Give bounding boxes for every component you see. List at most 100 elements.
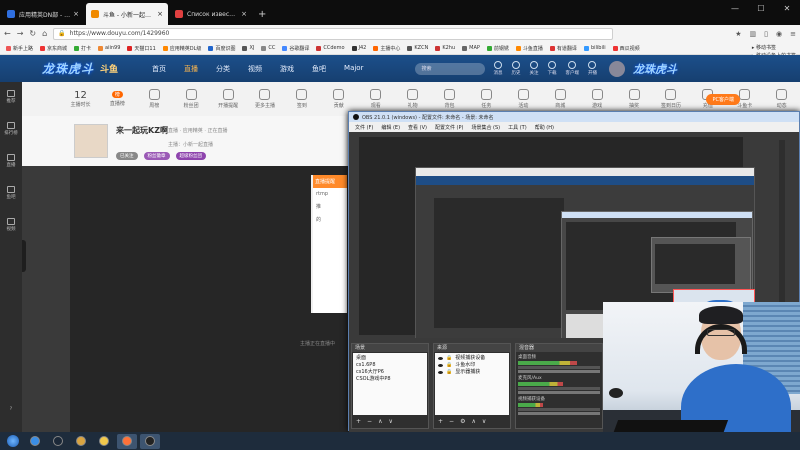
header-icon-item[interactable]: 消息 xyxy=(493,61,502,76)
category-item[interactable]: 更多主播 xyxy=(247,89,284,109)
obs-menu-item[interactable]: 文件 (F) xyxy=(355,124,373,131)
menu-icon[interactable]: ≡ xyxy=(790,30,796,38)
browser-tab[interactable]: 应用精英DN部 - 百度搜索 - 轻松× xyxy=(2,3,84,25)
help-icon[interactable]: ? xyxy=(10,407,12,412)
category-item[interactable]: 周榜 xyxy=(136,89,173,109)
site-nav-item[interactable]: 分类 xyxy=(216,64,230,74)
header-icon-item[interactable]: 下载 xyxy=(547,61,556,76)
anchor-tag[interactable]: 粉丝徽章 xyxy=(143,152,170,160)
site-nav-item[interactable]: 直播 xyxy=(184,64,198,74)
visibility-eye-icon[interactable] xyxy=(438,364,443,367)
visibility-eye-icon[interactable] xyxy=(438,357,443,360)
sidebar-item[interactable]: 鱼吧 xyxy=(7,186,16,200)
bookmark-item[interactable]: 西瓜视频 xyxy=(612,45,640,52)
sidebar-icon[interactable]: ▯ xyxy=(764,30,768,38)
scene-item[interactable]: cs16大厅P6 xyxy=(356,369,424,376)
remove-icon[interactable]: − xyxy=(449,418,454,425)
bookmark-item[interactable]: 打卡 xyxy=(74,45,91,52)
scene-item[interactable]: 桌面 xyxy=(356,355,424,362)
category-item[interactable]: 礼物 xyxy=(394,89,431,109)
back-icon[interactable]: ← xyxy=(4,29,11,38)
video-player[interactable] xyxy=(70,166,350,432)
taskbar-app-firefox[interactable] xyxy=(117,433,137,449)
browser-tab[interactable]: 斗鱼 - 小新一起直播_应用精英× xyxy=(86,3,168,25)
close-window-button[interactable]: ✕ xyxy=(774,0,800,18)
taskbar-app-steam[interactable] xyxy=(48,434,68,449)
bookmark-item[interactable]: KZCN xyxy=(407,45,428,51)
account-icon[interactable]: ◉ xyxy=(776,30,782,38)
sidebar-item[interactable]: 排行榜 xyxy=(4,122,18,136)
bookmark-item[interactable]: 百度识图 xyxy=(208,45,235,52)
category-item[interactable]: 开播提醒 xyxy=(210,89,247,109)
start-button[interactable] xyxy=(4,434,22,449)
sidebar-item[interactable]: 直播 xyxy=(7,154,16,168)
anchor-avatar[interactable] xyxy=(74,124,108,158)
category-item[interactable]: 背包 xyxy=(431,89,468,109)
add-icon[interactable]: + xyxy=(356,418,361,425)
scene-item[interactable]: CSOL游戏中P8 xyxy=(356,376,424,383)
forward-icon[interactable]: → xyxy=(17,29,24,38)
header-icon-item[interactable]: 客户端 xyxy=(565,61,579,76)
library-icon[interactable]: ▥ xyxy=(750,30,757,38)
lock-icon[interactable]: 🔒 xyxy=(446,355,452,362)
bookmark-star-icon[interactable]: ★ xyxy=(735,30,741,38)
volume-slider[interactable] xyxy=(518,391,600,394)
site-nav-item[interactable]: 游戏 xyxy=(280,64,294,74)
source-item[interactable]: 🔒 斗鱼水印 xyxy=(438,362,506,369)
maximize-button[interactable]: ☐ xyxy=(748,0,774,18)
scene-item[interactable]: cs1.6P8 xyxy=(356,362,424,369)
site-nav-item[interactable]: 视频 xyxy=(248,64,262,74)
bookmark-item[interactable]: 谷歌翻译 xyxy=(282,45,309,52)
sidebar-item[interactable]: 视频 xyxy=(7,218,16,232)
taskbar-app-ie[interactable] xyxy=(25,434,45,449)
volume-slider[interactable] xyxy=(518,370,600,373)
site-nav-item[interactable]: 首页 xyxy=(152,64,166,74)
category-item[interactable]: 观看 xyxy=(357,89,394,109)
volume-slider[interactable] xyxy=(518,412,600,415)
obs-menu-item[interactable]: 查看 (V) xyxy=(408,124,427,131)
bookmark-item[interactable]: CCdemo xyxy=(316,45,345,51)
new-tab-button[interactable]: + xyxy=(252,3,272,25)
bookmark-item[interactable]: CC xyxy=(261,45,275,51)
bookmark-item[interactable]: 有道翻译 xyxy=(549,45,577,52)
category-item[interactable]: 抽奖 xyxy=(616,89,653,109)
tab-close-icon[interactable]: × xyxy=(241,10,247,18)
sidebar-toggle[interactable] xyxy=(22,240,26,272)
bookmark-item[interactable]: 主播中心 xyxy=(373,45,400,52)
url-bar[interactable]: 🔒 https://www.douyu.com/1429960 xyxy=(53,27,614,40)
category-item[interactable]: 贡献 xyxy=(320,89,357,109)
reload-icon[interactable]: ↻ xyxy=(29,29,36,38)
add-icon[interactable]: + xyxy=(438,418,443,425)
anchor-tag[interactable]: 超级粉丝团 xyxy=(175,152,206,160)
taskbar-app-explorer[interactable] xyxy=(94,434,114,449)
site-nav-item[interactable]: 鱼吧 xyxy=(312,64,326,74)
minimize-button[interactable]: — xyxy=(722,0,748,18)
settings-icon[interactable]: ⚙ xyxy=(460,418,465,425)
obs-menu-item[interactable]: 帮助 (H) xyxy=(535,124,554,131)
source-item[interactable]: 🔒 视频捕获设备 xyxy=(438,355,506,362)
obs-title-bar[interactable]: OBS 21.0.1 (windows) - 配置文件: 未命名 - 场景: 未… xyxy=(349,112,799,122)
category-item[interactable]: 动态 xyxy=(763,89,800,109)
obs-menu-item[interactable]: 场景集合 (S) xyxy=(471,124,500,131)
source-list[interactable]: 🔒 视频捕获设备 🔒 斗鱼水印 🔒 显示器捕获 xyxy=(435,353,509,415)
bookmark-item[interactable]: 应用精英DL级 xyxy=(162,45,201,52)
taskbar-app-obs[interactable] xyxy=(140,433,160,449)
bookmark-item[interactable]: bilibili xyxy=(583,45,606,51)
visibility-eye-icon[interactable] xyxy=(438,371,443,374)
scene-list[interactable]: 桌面 cs1.6P8 cs16大厅P6 CSOL游戏中P8 xyxy=(353,353,427,415)
category-item[interactable]: 商城 xyxy=(542,89,579,109)
bookmark-folder[interactable]: ▸ 移动书签 xyxy=(752,44,796,51)
browser-tab[interactable]: Список известных мне карт× xyxy=(170,3,252,25)
category-item[interactable]: 签到日历 xyxy=(653,89,690,109)
header-icon-item[interactable]: 开播 xyxy=(588,61,597,76)
category-item[interactable]: 粉丝团 xyxy=(173,89,210,109)
bookmark-item[interactable]: 新手上路 xyxy=(6,45,33,52)
site-search-input[interactable]: 搜索 xyxy=(415,62,486,75)
header-icon-item[interactable]: 关注 xyxy=(529,61,538,76)
bookmark-item[interactable]: K2hu xyxy=(435,45,455,51)
category-item[interactable]: 任务 xyxy=(468,89,505,109)
category-item[interactable]: 榜直播榜 xyxy=(99,91,136,107)
bookmark-item[interactable]: 斗鱼直播 xyxy=(515,45,543,52)
taskbar-app-cs[interactable] xyxy=(71,434,91,449)
obs-menu-item[interactable]: 工具 (T) xyxy=(508,124,527,131)
